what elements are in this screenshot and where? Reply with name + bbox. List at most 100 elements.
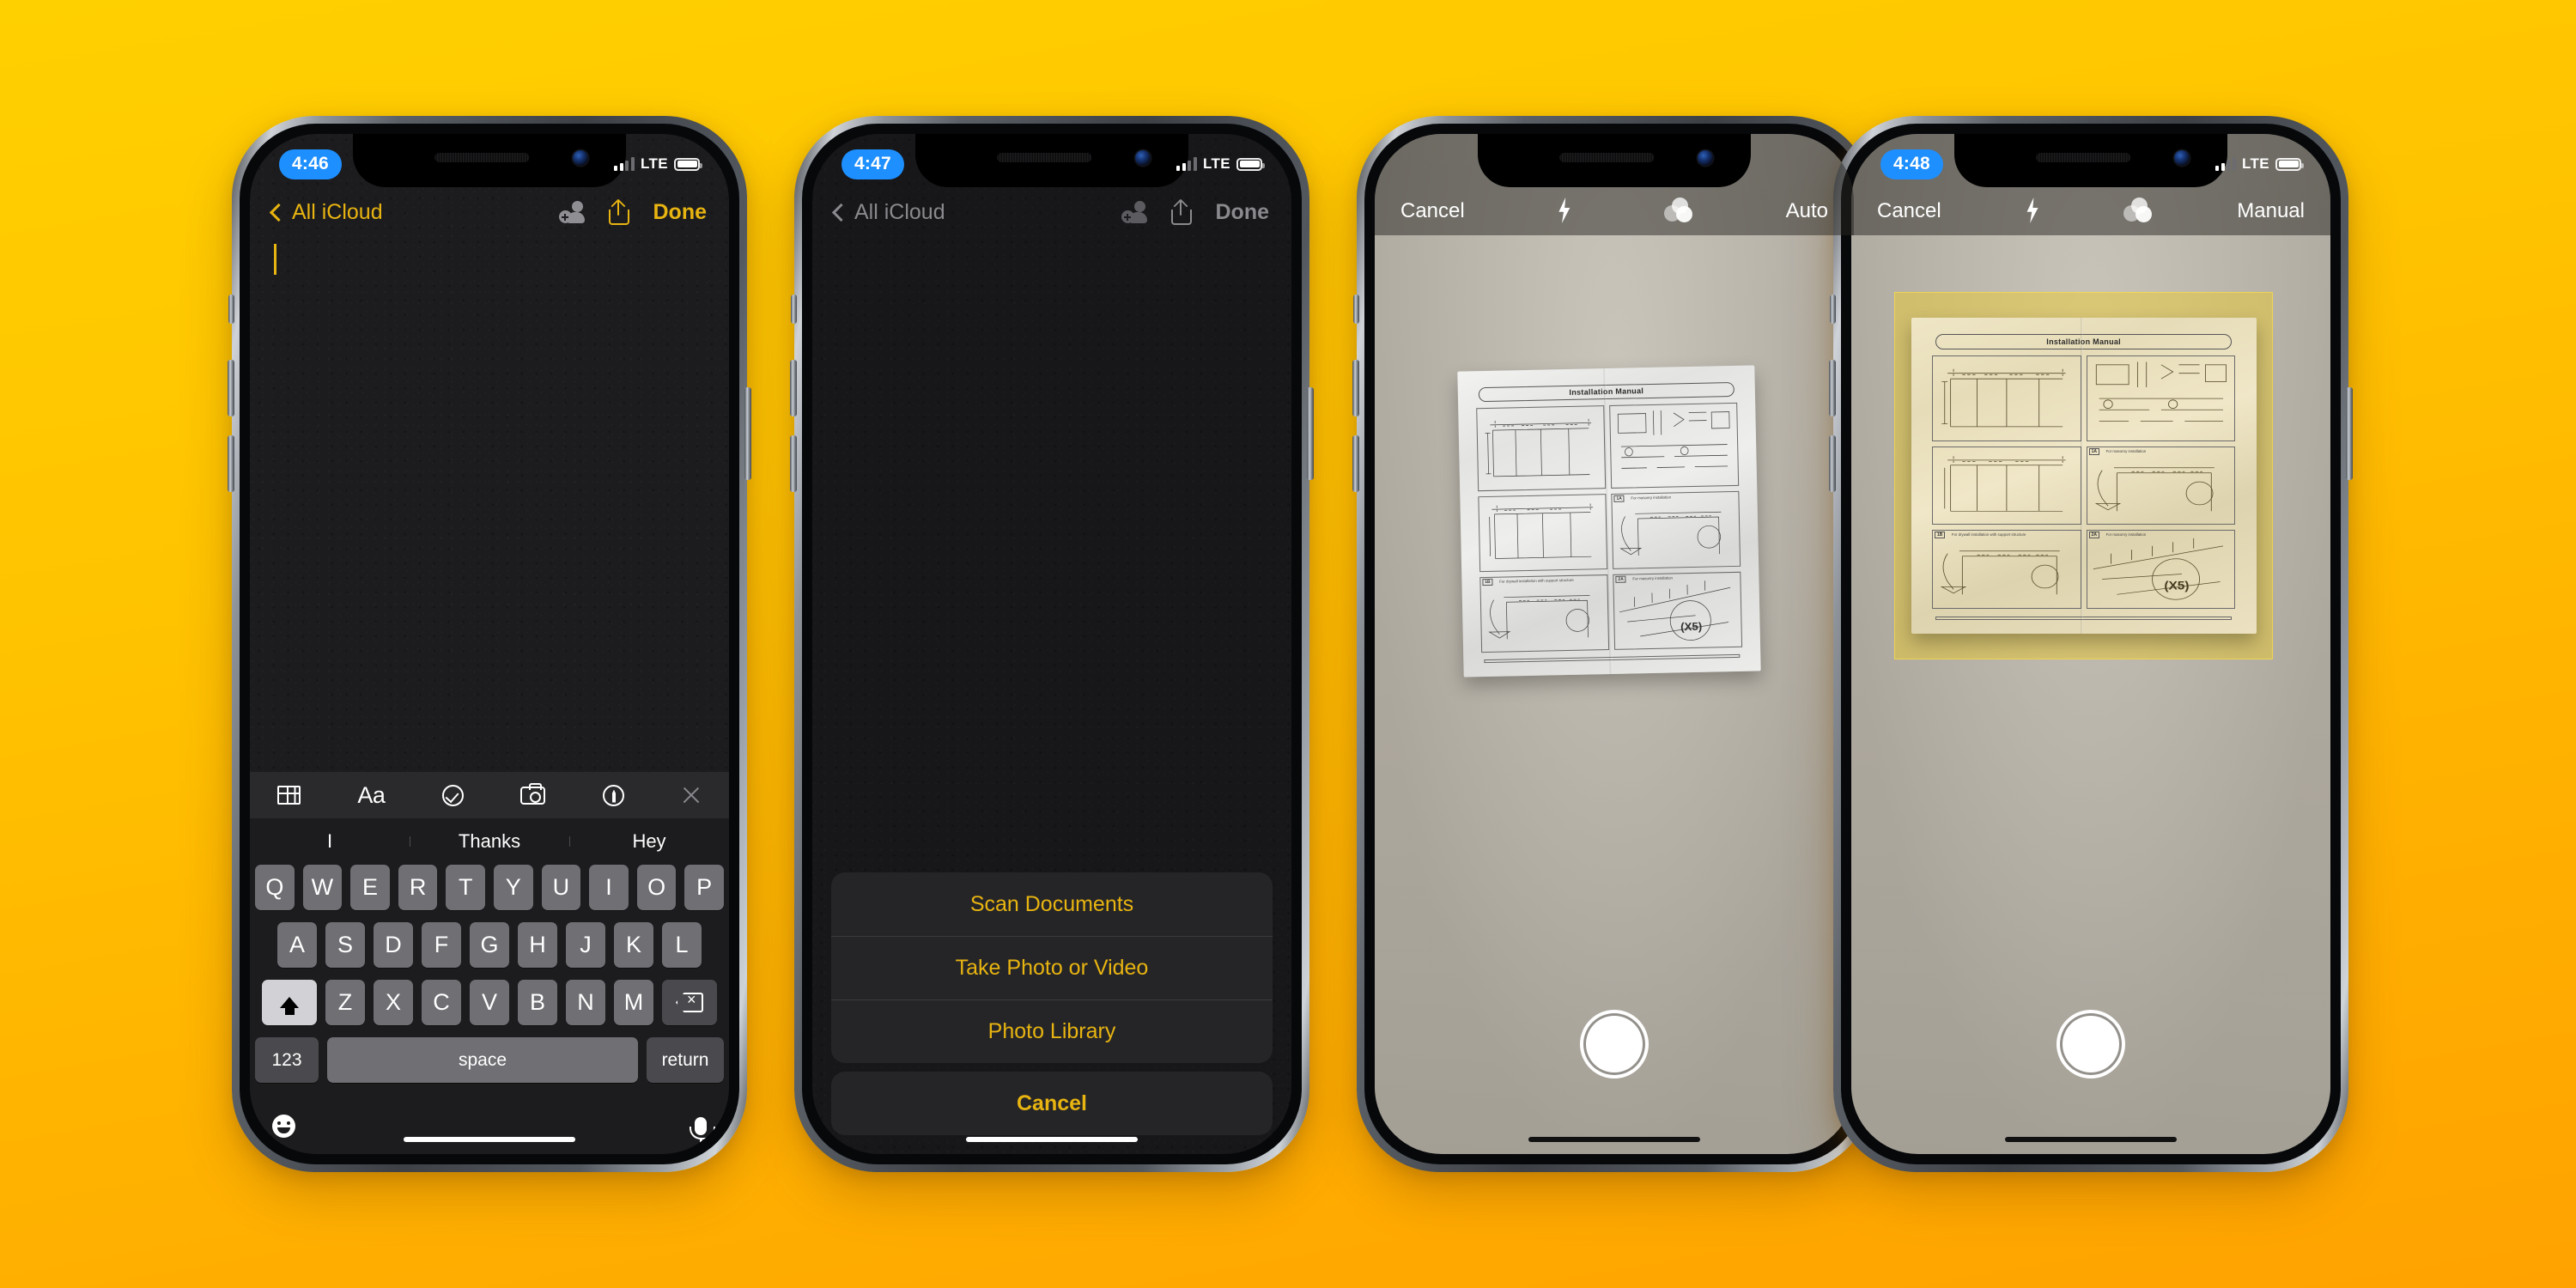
shutter-button[interactable]	[2060, 1013, 2122, 1075]
key-s[interactable]: S	[325, 922, 365, 968]
suggestion-item[interactable]: Hey	[569, 830, 729, 853]
keyboard-row-2: A S D F G H J K L	[255, 922, 724, 968]
action-sheet-options: Scan Documents Take Photo or Video Photo…	[831, 872, 1273, 1063]
key-w[interactable]: W	[302, 865, 343, 910]
volume-up-button[interactable]	[228, 360, 234, 416]
mute-switch[interactable]	[228, 295, 234, 324]
numbers-key[interactable]: 123	[255, 1037, 319, 1083]
battery-icon	[2275, 157, 2304, 171]
status-indicators: LTE	[2215, 155, 2304, 173]
share-icon[interactable]	[1170, 198, 1192, 225]
shutter-button[interactable]	[1583, 1013, 1645, 1075]
back-to-all-icloud-button[interactable]: All iCloud	[831, 199, 945, 225]
key-e[interactable]: E	[350, 865, 390, 910]
key-v[interactable]: V	[470, 980, 509, 1025]
key-o[interactable]: O	[636, 865, 677, 910]
svg-text:(X5): (X5)	[2164, 580, 2189, 593]
key-c[interactable]: C	[422, 980, 461, 1025]
key-m[interactable]: M	[614, 980, 653, 1025]
add-person-icon[interactable]	[1121, 201, 1147, 223]
markup-pen-icon[interactable]	[602, 784, 624, 806]
camera-icon[interactable]	[520, 782, 546, 805]
suggestion-item[interactable]: Thanks	[410, 830, 569, 853]
cancel-button[interactable]: Cancel	[1877, 199, 1941, 223]
checklist-icon[interactable]	[441, 784, 464, 806]
format-aa-icon[interactable]: Aa	[357, 782, 386, 809]
flash-icon[interactable]	[2026, 197, 2038, 223]
status-time: 4:46	[279, 149, 342, 179]
key-n[interactable]: N	[566, 980, 605, 1025]
table-icon[interactable]	[277, 786, 301, 805]
key-a[interactable]: A	[277, 922, 317, 968]
back-label: All iCloud	[854, 199, 945, 224]
done-button[interactable]: Done	[1216, 200, 1270, 225]
volume-down-button[interactable]	[1352, 435, 1359, 492]
mute-switch[interactable]	[1830, 295, 1836, 324]
flash-icon[interactable]	[1558, 197, 1571, 223]
color-filters-icon[interactable]	[2123, 197, 2153, 223]
close-icon[interactable]	[681, 785, 702, 805]
shift-key[interactable]	[262, 980, 317, 1025]
key-h[interactable]: H	[518, 922, 557, 968]
key-b[interactable]: B	[518, 980, 557, 1025]
power-button[interactable]	[2346, 387, 2353, 480]
key-i[interactable]: I	[589, 865, 629, 910]
key-d[interactable]: D	[374, 922, 413, 968]
key-t[interactable]: T	[446, 865, 485, 910]
volume-down-button[interactable]	[790, 435, 797, 492]
key-g[interactable]: G	[470, 922, 509, 968]
cellular-signal-icon	[1176, 157, 1197, 171]
capture-mode-button[interactable]: Manual	[2237, 199, 2305, 223]
key-q[interactable]: Q	[255, 865, 295, 910]
space-key[interactable]: space	[327, 1037, 638, 1083]
key-j[interactable]: J	[566, 922, 605, 968]
power-button[interactable]	[1307, 387, 1314, 480]
phone-bezel: 4:46 LTE All iCloud Done Aa I Thanks Hey…	[240, 124, 739, 1164]
document-paper: Installation Manual 1A For masonry insta…	[1911, 317, 2257, 635]
key-z[interactable]: Z	[325, 980, 365, 1025]
screen-notes-actionsheet: 4:47 LTE All iCloud Done Scan Documents …	[812, 134, 1291, 1154]
home-indicator[interactable]	[966, 1137, 1138, 1142]
home-indicator[interactable]	[2005, 1137, 2177, 1142]
volume-down-button[interactable]	[1829, 435, 1836, 492]
dictation-key[interactable]	[690, 1116, 715, 1144]
return-key[interactable]: return	[647, 1037, 724, 1083]
predictive-suggestions-bar: I Thanks Hey	[250, 818, 729, 865]
key-r[interactable]: R	[398, 865, 438, 910]
key-u[interactable]: U	[541, 865, 581, 910]
key-l[interactable]: L	[662, 922, 702, 968]
home-indicator[interactable]	[404, 1137, 575, 1142]
volume-up-button[interactable]	[1829, 360, 1836, 416]
mute-switch[interactable]	[791, 295, 797, 324]
key-f[interactable]: F	[422, 922, 461, 968]
front-camera-icon	[1698, 150, 1713, 166]
volume-up-button[interactable]	[790, 360, 797, 416]
emoji-key[interactable]	[272, 1114, 295, 1138]
volume-down-button[interactable]	[228, 435, 234, 492]
power-button[interactable]	[744, 387, 751, 480]
home-indicator[interactable]	[1528, 1137, 1700, 1142]
back-to-all-icloud-button[interactable]: All iCloud	[269, 200, 383, 225]
take-photo-or-video-option[interactable]: Take Photo or Video	[831, 936, 1273, 999]
suggestion-item[interactable]: I	[250, 830, 410, 853]
keyboard-row-3: Z X C V B N M	[255, 980, 724, 1025]
add-person-icon[interactable]	[558, 201, 585, 223]
mute-switch[interactable]	[1353, 295, 1359, 324]
capture-mode-button[interactable]: Auto	[1786, 199, 1828, 223]
photo-library-option[interactable]: Photo Library	[831, 999, 1273, 1063]
key-x[interactable]: X	[374, 980, 413, 1025]
delete-key[interactable]	[662, 980, 717, 1025]
color-filters-icon[interactable]	[1663, 197, 1693, 223]
cancel-button[interactable]: Cancel	[831, 1072, 1273, 1135]
key-y[interactable]: Y	[494, 865, 533, 910]
document-footer-bar	[1935, 616, 2233, 620]
scan-documents-option[interactable]: Scan Documents	[831, 872, 1273, 936]
cancel-button[interactable]: Cancel	[1400, 199, 1465, 223]
carrier-label: LTE	[640, 155, 668, 172]
key-k[interactable]: K	[614, 922, 653, 968]
volume-up-button[interactable]	[1352, 360, 1359, 416]
done-button[interactable]: Done	[653, 200, 708, 225]
keyboard-accessory-bar: Aa	[250, 772, 729, 818]
share-icon[interactable]	[608, 198, 629, 225]
key-p[interactable]: P	[684, 865, 724, 910]
